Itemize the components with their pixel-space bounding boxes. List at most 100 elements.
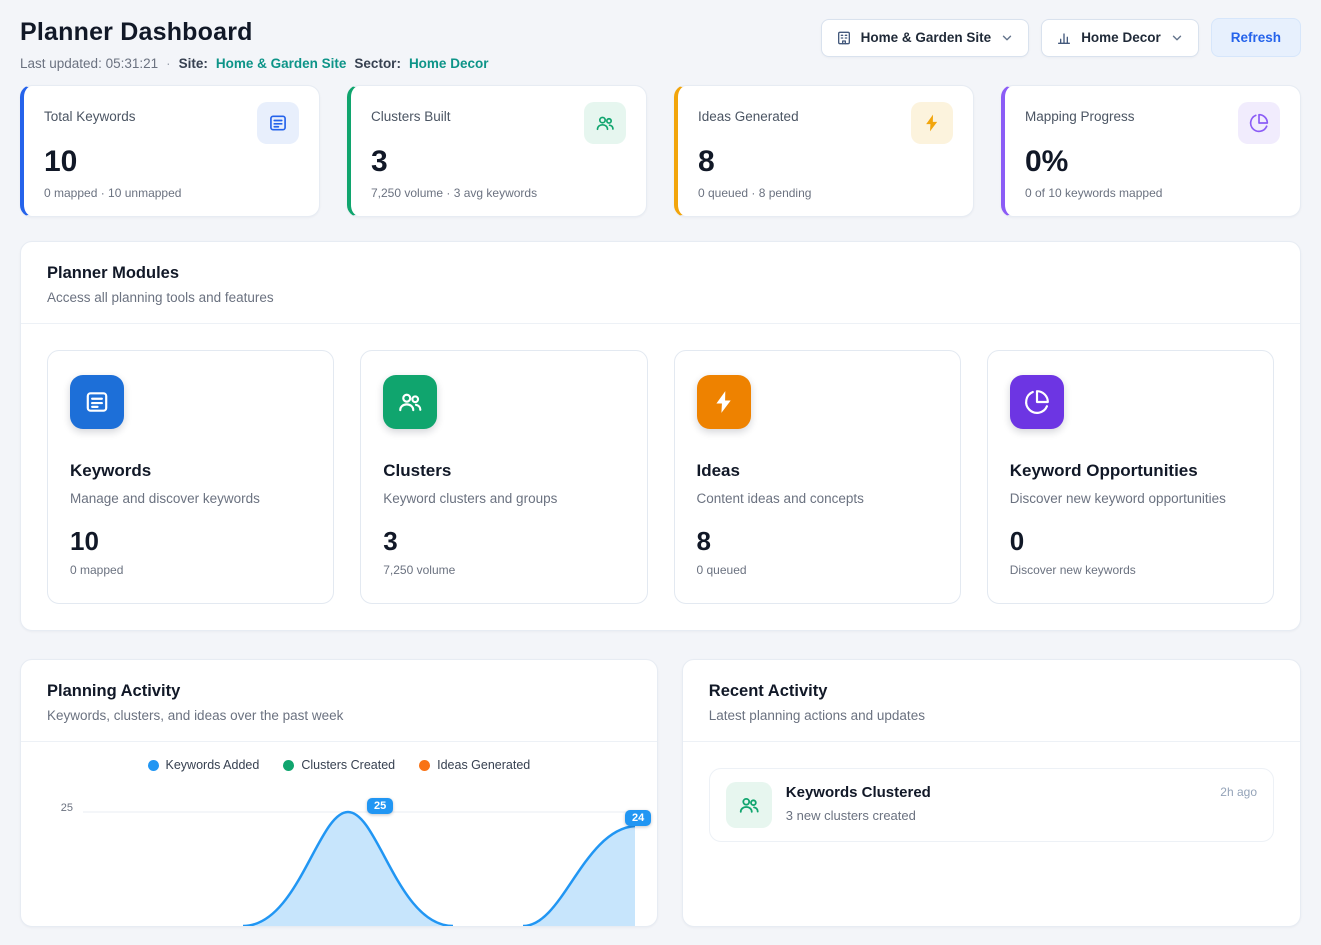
module-description: Discover new keyword opportunities: [1010, 491, 1251, 506]
module-subtext: 7,250 volume: [383, 563, 624, 577]
stat-label: Mapping Progress: [1025, 102, 1135, 124]
planning-activity-panel: Planning Activity Keywords, clusters, an…: [20, 659, 658, 927]
activity-item-timestamp: 2h ago: [1220, 782, 1257, 799]
module-value: 3: [383, 526, 624, 557]
planning-activity-title: Planning Activity: [47, 682, 631, 701]
module-title: Keyword Opportunities: [1010, 461, 1251, 481]
module-subtext: 0 mapped: [70, 563, 311, 577]
panel-head: Planner Modules Access all planning tool…: [21, 242, 1300, 324]
site-label: Site:: [179, 56, 208, 71]
last-updated-text: Last updated: 05:31:21: [20, 56, 158, 71]
module-card-keywords[interactable]: Keywords Manage and discover keywords 10…: [47, 350, 334, 604]
line-chart: 25 25 24: [47, 796, 631, 926]
stat-card-clusters-built: Clusters Built 3 7,250 volume · 3 avg ke…: [347, 85, 647, 217]
refresh-button[interactable]: Refresh: [1211, 18, 1301, 57]
module-title: Keywords: [70, 461, 311, 481]
stat-label: Clusters Built: [371, 102, 451, 124]
activity-item-description: 3 new clusters created: [786, 808, 1207, 823]
users-icon: [726, 782, 772, 828]
module-card-clusters[interactable]: Clusters Keyword clusters and groups 3 7…: [360, 350, 647, 604]
module-description: Content ideas and concepts: [697, 491, 938, 506]
sector-label: Sector:: [354, 56, 401, 71]
panel-head: Recent Activity Latest planning actions …: [683, 660, 1300, 742]
chart-legend: Keywords Added Clusters Created Ideas Ge…: [47, 758, 631, 772]
module-card-ideas[interactable]: Ideas Content ideas and concepts 8 0 que…: [674, 350, 961, 604]
module-value: 10: [70, 526, 311, 557]
module-subtext: Discover new keywords: [1010, 563, 1251, 577]
legend-dot-green: [283, 760, 294, 771]
stat-card-total-keywords: Total Keywords 10 0 mapped · 10 unmapped: [20, 85, 320, 217]
stat-subtext: 7,250 volume · 3 avg keywords: [371, 186, 626, 200]
chevron-down-icon: [1000, 31, 1014, 45]
stat-value: 8: [698, 145, 953, 179]
users-icon: [383, 375, 437, 429]
site-link[interactable]: Home & Garden Site: [216, 56, 347, 71]
stat-value: 3: [371, 145, 626, 179]
planner-modules-panel: Planner Modules Access all planning tool…: [20, 241, 1301, 631]
bolt-icon: [697, 375, 751, 429]
stat-subtext: 0 mapped · 10 unmapped: [44, 186, 299, 200]
module-description: Manage and discover keywords: [70, 491, 311, 506]
module-description: Keyword clusters and groups: [383, 491, 624, 506]
recent-activity-panel: Recent Activity Latest planning actions …: [682, 659, 1301, 927]
stat-subtext: 0 queued · 8 pending: [698, 186, 953, 200]
planning-activity-subtitle: Keywords, clusters, and ideas over the p…: [47, 708, 631, 723]
legend-dot-blue: [148, 760, 159, 771]
sector-selector-dropdown[interactable]: Home Decor: [1041, 19, 1199, 57]
stat-top: Mapping Progress: [1025, 102, 1280, 144]
recent-activity-title: Recent Activity: [709, 682, 1274, 701]
stat-subtext: 0 of 10 keywords mapped: [1025, 186, 1280, 200]
header-meta-row: Last updated: 05:31:21 · Site: Home & Ga…: [20, 56, 488, 71]
sector-selector-value: Home Decor: [1081, 30, 1161, 45]
pie-chart-icon: [1010, 375, 1064, 429]
panel-head: Planning Activity Keywords, clusters, an…: [21, 660, 657, 742]
data-point-label: 24: [625, 810, 651, 826]
page-header: Planner Dashboard Last updated: 05:31:21…: [20, 18, 1301, 71]
bottom-row: Planning Activity Keywords, clusters, an…: [20, 659, 1301, 927]
site-selector-dropdown[interactable]: Home & Garden Site: [821, 19, 1030, 57]
legend-item-clusters-created: Clusters Created: [283, 758, 395, 772]
document-lines-icon: [70, 375, 124, 429]
modules-panel-subtitle: Access all planning tools and features: [47, 290, 1274, 305]
stat-value: 10: [44, 145, 299, 179]
site-selector-value: Home & Garden Site: [861, 30, 992, 45]
module-title: Ideas: [697, 461, 938, 481]
chart-body: Keywords Added Clusters Created Ideas Ge…: [21, 742, 657, 926]
y-axis-tick: 25: [47, 802, 73, 814]
activity-item-title: Keywords Clustered: [786, 784, 1207, 801]
data-point-label: 25: [367, 798, 393, 814]
module-value: 0: [1010, 526, 1251, 557]
module-title: Clusters: [383, 461, 624, 481]
stat-top: Clusters Built: [371, 102, 626, 144]
stat-label: Total Keywords: [44, 102, 136, 124]
module-subtext: 0 queued: [697, 563, 938, 577]
stat-top: Total Keywords: [44, 102, 299, 144]
sector-link[interactable]: Home Decor: [409, 56, 489, 71]
modules-panel-title: Planner Modules: [47, 264, 1274, 283]
stats-row: Total Keywords 10 0 mapped · 10 unmapped…: [20, 85, 1301, 217]
planner-dashboard-page: Planner Dashboard Last updated: 05:31:21…: [0, 0, 1321, 945]
module-card-keyword-opportunities[interactable]: Keyword Opportunities Discover new keywo…: [987, 350, 1274, 604]
users-icon: [584, 102, 626, 144]
activity-list: Keywords Clustered 3 new clusters create…: [683, 742, 1300, 868]
building-icon: [836, 30, 852, 46]
legend-dot-orange: [419, 760, 430, 771]
modules-grid: Keywords Manage and discover keywords 10…: [21, 324, 1300, 630]
bar-chart-icon: [1056, 30, 1072, 46]
header-left: Planner Dashboard Last updated: 05:31:21…: [20, 18, 488, 71]
stat-card-mapping-progress: Mapping Progress 0% 0 of 10 keywords map…: [1001, 85, 1301, 217]
header-controls: Home & Garden Site Home Decor Refresh: [821, 18, 1301, 57]
stat-value: 0%: [1025, 145, 1280, 179]
legend-label: Ideas Generated: [437, 758, 530, 772]
legend-label: Clusters Created: [301, 758, 395, 772]
page-title: Planner Dashboard: [20, 18, 488, 47]
chevron-down-icon: [1170, 31, 1184, 45]
module-value: 8: [697, 526, 938, 557]
legend-label: Keywords Added: [166, 758, 260, 772]
legend-item-ideas-generated: Ideas Generated: [419, 758, 530, 772]
stat-label: Ideas Generated: [698, 102, 799, 124]
stat-card-ideas-generated: Ideas Generated 8 0 queued · 8 pending: [674, 85, 974, 217]
recent-activity-subtitle: Latest planning actions and updates: [709, 708, 1274, 723]
legend-item-keywords-added: Keywords Added: [148, 758, 260, 772]
chart-plot-area: [83, 796, 635, 926]
